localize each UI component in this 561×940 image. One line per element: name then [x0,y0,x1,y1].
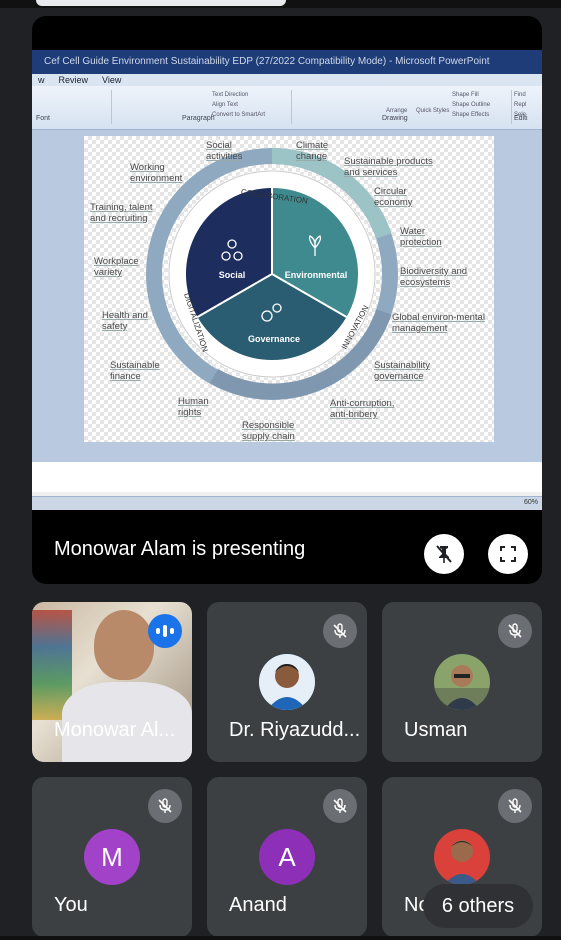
slide-label: Social activities [206,140,243,162]
ppt-window-title: Cef Cell Guide Environment Sustainabilit… [32,50,542,74]
participant-name: Dr. Riyazudd... [229,719,361,741]
person-face [94,610,154,680]
avatar [434,829,490,885]
mic-off-icon [148,789,182,823]
ppt-status-bar: 60% [32,496,542,510]
ppt-ribbon: Font Text Direction Align Text Convert t… [32,86,542,130]
presentation-view[interactable]: Cef Cell Guide Environment Sustainabilit… [32,16,542,584]
ribbon-group-drawing: Arrange Quick Styles Shape Fill Shape Ou… [292,90,512,124]
mic-off-icon [498,614,532,648]
ribbon-item: Quick Styles [416,108,450,114]
mic-off-icon [323,789,357,823]
slide-label: Biodiversity and ecosystems [400,266,468,288]
mic-off-icon [323,614,357,648]
ribbon-group-paragraph: Text Direction Align Text Convert to Sma… [112,90,292,124]
avatar-initial: M [84,829,140,885]
slide-label: Sustainable finance [110,360,160,382]
ribbon-group-label: Font [36,115,51,122]
slide-label: Working environment [130,162,183,184]
slide-label: Health and safety [102,310,148,332]
ribbon-group-editing: Find Repl Sele Editi [512,90,542,124]
ribbon-item: Shape Fill [452,92,479,98]
notes-pane [32,462,542,492]
speaking-indicator [148,614,182,648]
slide-label: Training, talent and recruiting [90,202,153,224]
slide-label: Circular economy [374,186,413,208]
unpin-icon [436,545,452,563]
participant-tile-monowar[interactable]: Monowar Al... [32,602,192,762]
avatar-initial: A [259,829,315,885]
ribbon-group-label: Paragraph [182,115,215,122]
slide-label: Sustainability governance [374,360,430,382]
governance-label: Governance [248,334,300,344]
ribbon-item: Find [514,92,526,98]
presenting-label: Monowar Alam is presenting [54,538,306,560]
slide-label: Water protection [400,226,442,248]
ribbon-item: Shape Outline [452,102,491,108]
ribbon-group-label: Editi [514,115,528,122]
participant-tile-anand[interactable]: A Anand [207,777,367,937]
bottom-edge [0,936,561,940]
slide-label: Global environ-mental management [392,312,485,334]
slide: Social Environmental Governance COLLABOR… [84,136,494,442]
slide-label: Human rights [178,396,209,418]
slide-area: Social Environmental Governance COLLABOR… [32,130,542,470]
participant-name: Usman [404,719,468,741]
slide-label: Sustainable products and services [344,156,433,178]
slide-label: Climate change [296,140,329,162]
participant-name: You [54,894,88,916]
notch-pill [36,0,286,6]
ppt-menu-bar: w Review View [32,74,542,86]
slide-label: Anti-corruption, anti-bribery [330,398,395,420]
status-bar [0,0,561,8]
slide-label: Workplace variety [94,256,139,278]
ppt-menu-item: w [38,75,45,85]
fullscreen-button[interactable] [488,534,528,574]
environmental-label: Environmental [285,270,348,280]
ribbon-item: Convert to SmartArt [212,112,266,118]
avatar [259,654,315,710]
fullscreen-icon [500,546,516,562]
participant-tile-you[interactable]: M You [32,777,192,937]
shared-screen: Cef Cell Guide Environment Sustainabilit… [32,50,542,510]
participant-name: Anand [229,894,287,916]
ppt-menu-item: View [102,75,122,85]
social-label: Social [219,270,246,280]
ribbon-group-font: Font [32,90,112,124]
ribbon-item: Text Direction [212,92,249,98]
unpin-button[interactable] [424,534,464,574]
mic-off-icon [498,789,532,823]
ribbon-item: Shape Effects [452,112,490,118]
slide-label: Responsible supply chain [242,420,295,442]
others-button[interactable]: 6 others [423,884,533,928]
participant-name: Monowar Al... [54,719,176,741]
avatar [434,654,490,710]
ribbon-item: Arrange [386,108,408,114]
ribbon-item: Repl [514,102,527,108]
ppt-menu-item: Review [58,75,89,85]
ribbon-group-label: Drawing [382,115,408,122]
participant-tile-usman[interactable]: Usman [382,602,542,762]
ribbon-item: Align Text [212,102,238,108]
participant-tile-riyazuddin[interactable]: Dr. Riyazudd... [207,602,367,762]
zoom-level: 60% [523,499,538,506]
